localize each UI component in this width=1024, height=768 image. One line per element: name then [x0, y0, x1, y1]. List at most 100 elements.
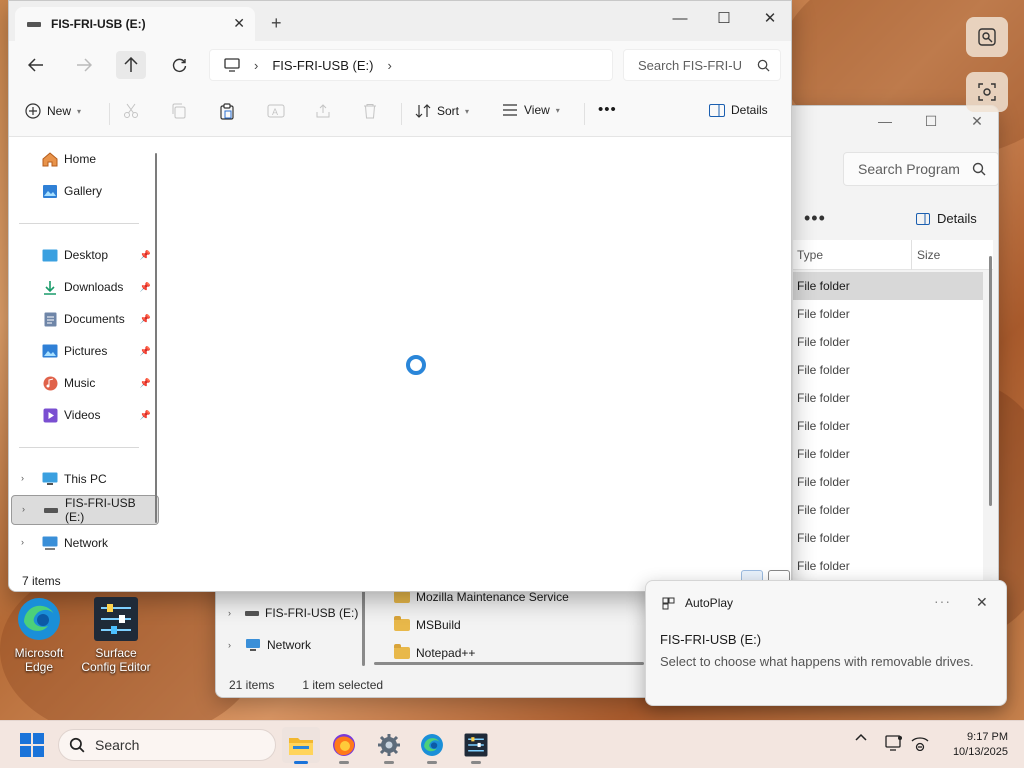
pin-icon[interactable]: 📌 [140, 410, 151, 421]
scrollbar[interactable] [989, 256, 992, 506]
file-explorer-window[interactable]: FIS-FRI-USB (E:) ✕ + — ☐ ✕ › FIS-FRI-USB… [8, 0, 792, 592]
screen-tool-button[interactable] [966, 17, 1008, 57]
sidebar-scrollbar[interactable] [155, 153, 157, 523]
rename-button[interactable]: A [267, 103, 285, 119]
chevron-right-icon[interactable]: › [21, 473, 24, 483]
close-button[interactable]: ✕ [747, 3, 791, 33]
table-row[interactable]: File folder [793, 272, 983, 300]
back-arrow-icon [28, 58, 43, 72]
notification-more-button[interactable]: ··· [934, 593, 951, 609]
sidebar-item-downloads[interactable]: Downloads 📌 [9, 273, 157, 301]
delete-button[interactable] [363, 103, 377, 119]
table-row[interactable]: File folder [793, 440, 983, 468]
maximize-button[interactable]: ☐ [701, 3, 747, 33]
table-row[interactable]: File folder [793, 412, 983, 440]
taskbar-search[interactable]: Search [58, 729, 276, 761]
chevron-up-icon [855, 733, 867, 741]
gear-icon [378, 734, 400, 756]
view-button[interactable]: View ▾ [502, 103, 560, 117]
sidebar-item-label: This PC [64, 472, 107, 486]
trash-icon [364, 104, 376, 119]
sidebar-item-home[interactable]: Home [9, 145, 157, 173]
share-button[interactable] [315, 103, 331, 119]
pin-icon[interactable]: 📌 [140, 346, 151, 357]
tray-display-button[interactable] [885, 735, 903, 751]
search-input[interactable]: Search FIS-FRI-U [623, 49, 781, 81]
address-bar[interactable]: › FIS-FRI-USB (E:) › [209, 49, 613, 81]
taskbar-edge[interactable] [413, 727, 451, 764]
clock[interactable]: 9:17 PM 10/13/2025 [938, 730, 1008, 760]
close-tab-icon[interactable]: ✕ [233, 15, 245, 32]
pin-icon[interactable]: 📌 [140, 378, 151, 389]
sidebar-item-music[interactable]: Music 📌 [9, 369, 157, 397]
taskbar-settings[interactable] [370, 727, 408, 764]
file-view[interactable] [165, 138, 791, 568]
more-options-button[interactable]: ••• [598, 101, 617, 118]
copy-button[interactable] [171, 103, 187, 119]
forward-button[interactable] [69, 51, 99, 79]
sidebar-item-desktop[interactable]: Desktop 📌 [9, 241, 157, 269]
paste-button[interactable] [219, 103, 235, 120]
firefox-icon [333, 734, 355, 756]
taskbar-file-explorer[interactable] [282, 727, 320, 764]
taskbar-firefox[interactable] [325, 727, 363, 764]
refresh-button[interactable] [164, 51, 194, 79]
table-row[interactable]: File folder [793, 356, 983, 384]
table-row[interactable]: File folder [793, 328, 983, 356]
table-row[interactable]: File folder [793, 552, 983, 580]
details-pane-button[interactable]: Details [709, 103, 768, 117]
minimize-button[interactable]: — [657, 3, 703, 33]
new-button[interactable]: New ▾ [25, 103, 81, 119]
more-options-button[interactable]: ••• [804, 208, 826, 229]
start-button[interactable] [20, 733, 44, 757]
chevron-right-icon[interactable]: › [22, 504, 25, 514]
table-row[interactable]: File folder [793, 300, 983, 328]
column-type[interactable]: Type [797, 248, 823, 262]
autoplay-notification[interactable]: AutoPlay ··· ✕ FIS-FRI-USB (E:) Select t… [645, 580, 1007, 706]
tab-drive[interactable]: FIS-FRI-USB (E:) ✕ [15, 7, 255, 41]
details-pane-button[interactable]: Details [916, 211, 977, 226]
up-button[interactable] [116, 51, 146, 79]
svg-text:A: A [272, 107, 278, 117]
desktop-shortcut-edge[interactable]: Microsoft Edge [4, 596, 74, 674]
sidebar-item-gallery[interactable]: Gallery [9, 177, 157, 205]
pin-icon[interactable]: 📌 [140, 282, 151, 293]
chevron-right-icon[interactable]: › [254, 58, 258, 73]
divider [19, 447, 139, 448]
column-size[interactable]: Size [917, 248, 940, 262]
minimize-button[interactable]: — [862, 106, 908, 136]
table-row[interactable]: File folder [793, 524, 983, 552]
scrollbar[interactable] [362, 586, 365, 666]
maximize-button[interactable]: ☐ [908, 106, 954, 136]
table-row[interactable]: File folder [793, 468, 983, 496]
sidebar-item-documents[interactable]: Documents 📌 [9, 305, 157, 333]
notification-close-button[interactable]: ✕ [976, 594, 988, 611]
sidebar-item-videos[interactable]: Videos 📌 [9, 401, 157, 429]
pin-icon[interactable]: 📌 [140, 250, 151, 261]
breadcrumb[interactable]: FIS-FRI-USB (E:) [272, 58, 373, 73]
sidebar-item-network[interactable]: › Network [228, 631, 311, 659]
pin-icon[interactable]: 📌 [140, 314, 151, 325]
chevron-right-icon[interactable]: › [21, 537, 24, 547]
new-tab-button[interactable]: + [271, 13, 282, 34]
back-button[interactable] [21, 51, 51, 79]
search-input[interactable]: Search Program [843, 152, 998, 186]
table-row[interactable]: File folder [793, 384, 983, 412]
visual-search-button[interactable] [966, 72, 1008, 112]
chevron-right-icon[interactable]: › [387, 58, 391, 73]
table-row[interactable]: File folder [793, 496, 983, 524]
show-hidden-icons-button[interactable] [855, 733, 867, 741]
sidebar-item-this-pc[interactable]: › This PC [9, 465, 157, 493]
taskbar-config-editor[interactable] [457, 727, 495, 764]
sidebar-item-network[interactable]: › Network [9, 529, 157, 557]
sidebar-item-pictures[interactable]: Pictures 📌 [9, 337, 157, 365]
desktop-shortcut-surface-config[interactable]: Surface Config Editor [81, 596, 151, 674]
title-bar[interactable]: FIS-FRI-USB (E:) ✕ + — ☐ ✕ [9, 1, 791, 41]
cut-button[interactable] [123, 103, 139, 119]
horizontal-scrollbar[interactable] [374, 662, 644, 665]
sidebar-item-usb-drive[interactable]: › FIS-FRI-USB (E:) [11, 495, 159, 525]
list-item[interactable]: MSBuild [394, 612, 461, 638]
sidebar-item-drive[interactable]: › FIS-FRI-USB (E:) [228, 599, 358, 627]
sort-button[interactable]: Sort ▾ [415, 103, 469, 119]
tray-network-button[interactable] [911, 735, 929, 751]
